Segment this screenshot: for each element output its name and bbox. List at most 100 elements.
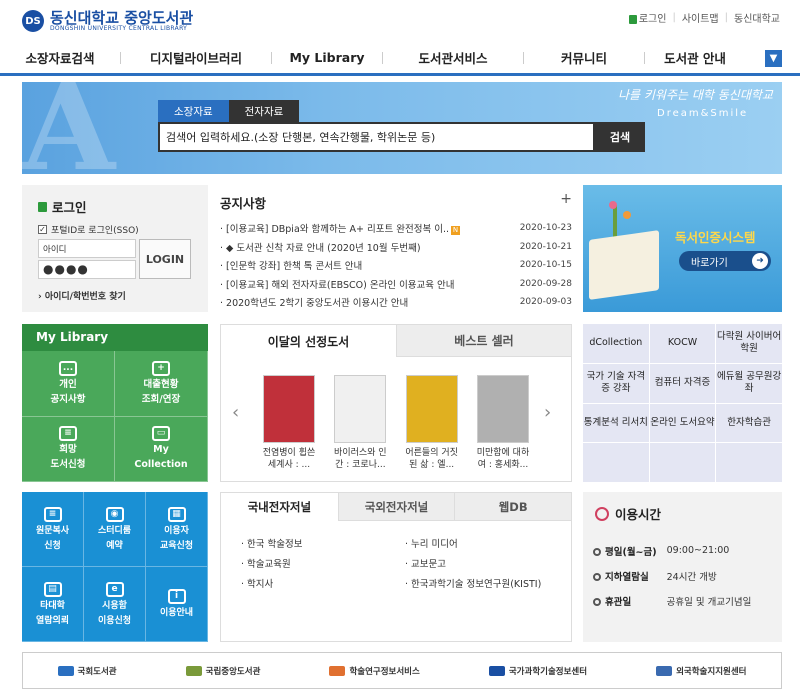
find-id-link[interactable]: › 아이디/학번번호 찾기 (38, 289, 126, 302)
notice-item-date: 2020-10-23 (519, 223, 572, 234)
ejournal-link-label: 한국과학기술 정보연구원(KISTI) (411, 579, 542, 590)
tab-foreign-ejournal[interactable]: 국외전자저널 (337, 493, 455, 521)
notice-item-date: 2020-09-03 (519, 297, 572, 308)
book-caption: 전염병이 휩쓴 세계사 : ... (261, 447, 317, 471)
database-link[interactable]: 한자학습관 (716, 403, 782, 443)
partner-link[interactable]: 국립중앙도서관 (185, 665, 260, 677)
my-library-item[interactable]: ≡ 희망 도서신청 (22, 416, 115, 482)
notice-item[interactable]: · [이용교육] DBpia와 함께하는 A+ 리포트 완전정복 이.. N 202… (220, 219, 572, 238)
database-link[interactable]: 온라인 도서요약 (649, 403, 716, 443)
partner-link[interactable]: 국회도서관 (57, 665, 117, 677)
tab-collection[interactable]: 소장자료 (158, 100, 229, 122)
login-button[interactable]: LOGIN (139, 239, 191, 279)
sso-checkbox[interactable]: ✓ 포털ID로 로그인(SSO) (38, 223, 139, 236)
id-input[interactable]: 아이디 (38, 239, 136, 258)
login-link[interactable]: 로그인 (628, 10, 666, 25)
password-input[interactable]: ●●●● (38, 260, 136, 279)
service-item[interactable]: e 시용함 이용신청 (84, 567, 146, 642)
nav-library-info[interactable]: 도서관 안내 (645, 48, 745, 67)
tab-webdb[interactable]: 웹DB (454, 493, 572, 521)
chevron-right-icon[interactable]: › (544, 402, 551, 423)
notice-item[interactable]: · [인문학 강좌] 한책 톡 콘서트 안내 2020-10-15 (220, 256, 572, 275)
book-item[interactable]: 바이러스와 인간 : 코로나... (332, 375, 388, 471)
hours-label: 평일(월~금) (593, 538, 667, 563)
library-logo[interactable]: DS 동신대학교 중앙도서관 DONGSHIN UNIVERSITY CENTR… (22, 8, 193, 34)
database-link[interactable]: 국가 기술 자격증 강좌 (583, 363, 649, 403)
notice-item[interactable]: · ◆ 도서관 신착 자료 안내 (2020년 10월 두번째) 2020-10-… (220, 238, 572, 257)
hours-title-text: 이용시간 (615, 507, 662, 522)
ejournal-link[interactable]: · 누리 미디어 (405, 535, 541, 555)
book-item[interactable]: 전염병이 휩쓴 세계사 : ... (261, 375, 317, 471)
nav-digital-library[interactable]: 디지털라이브러리 (121, 48, 271, 67)
my-library-item[interactable]: ▭ My Collection (115, 416, 208, 482)
main-nav: 소장자료검색 디지털라이브러리 My Library 도서관서비스 커뮤니티 도… (0, 42, 800, 76)
tab-electronic[interactable]: 전자자료 (228, 100, 300, 122)
service-icon: ▤ (43, 581, 62, 597)
ejournal-link[interactable]: · 한국과학기술 정보연구원(KISTI) (405, 575, 541, 595)
nav-library-services[interactable]: 도서관서비스 (383, 48, 523, 67)
book-item[interactable]: 어른들의 거짓 된 삶 : 엘... (404, 375, 460, 471)
tab-best-sellers[interactable]: 베스트 셀러 (396, 325, 571, 357)
menu-icon: ... (59, 360, 77, 376)
auth-go-button[interactable]: 바로가기 ➜ (679, 251, 771, 271)
ejournal-link[interactable]: · 교보문고 (405, 555, 541, 575)
partner-link[interactable]: 외국학술지지원센터 (656, 665, 746, 677)
search-button[interactable]: 검색 (595, 122, 645, 152)
hours-row: 평일(월~금) 09:00~21:00 (593, 538, 761, 563)
notice-item[interactable]: · 2020학년도 2학기 중앙도서관 이용시간 안내 2020-09-03 (220, 293, 572, 312)
my-library-item[interactable]: + 대출현황 조회/연장 (115, 351, 208, 417)
arrow-right-icon: ➜ (752, 253, 768, 269)
nav-collection-search[interactable]: 소장자료검색 (0, 48, 120, 67)
service-item[interactable]: ▤ 타대학 열람의뢰 (22, 567, 84, 642)
database-link[interactable]: 컴퓨터 자격증 (649, 363, 716, 403)
database-link[interactable]: dCollection (583, 324, 649, 363)
notice-item-text: 2020학년도 2학기 중앙도서관 이용시간 안내 (226, 298, 409, 310)
partner-link[interactable]: 국가과학기술정보센터 (488, 665, 587, 677)
notice-item-date: 2020-09-28 (519, 278, 572, 289)
service-item[interactable]: i 이용안내 (146, 567, 208, 642)
nav-my-library[interactable]: My Library (272, 50, 382, 65)
ejournal-link[interactable]: · 학술교육원 (241, 555, 303, 575)
my-library-panel: My Library ... 개인 공지사항 + 대출현황 조회/연장 ≡ 희망 도서신청 ▭ My… (22, 324, 208, 482)
notice-list: · [이용교육] DBpia와 함께하는 A+ 리포트 완전정복 이.. N 202… (220, 219, 572, 312)
search-input[interactable]: 검색어 입력하세요.(소장 단행본, 연속간행물, 학위논문 등) (158, 122, 595, 152)
service-item[interactable]: ≡ 원문복사 신청 (22, 492, 84, 567)
tab-domestic-ejournal[interactable]: 국내전자저널 (221, 493, 338, 521)
book-title-line1: 전염병이 휩쓴 (262, 448, 316, 458)
book-item[interactable]: 미만함에 대하 여 : 홍세화... (475, 375, 531, 471)
university-link[interactable]: 동신대학교 (734, 10, 780, 25)
tab-monthly-picks[interactable]: 이달의 선정도서 (221, 325, 396, 357)
service-label-line1: 이용안내 (159, 608, 194, 618)
database-link[interactable]: 에듀윌 공무원강좌 (716, 363, 782, 403)
page: DS 동신대학교 중앙도서관 DONGSHIN UNIVERSITY CENTR… (0, 0, 800, 699)
database-links: dCollection KOCW 다락원 사이버어학원국가 기술 자격증 강좌 컴퓨터… (583, 324, 782, 482)
my-library-title: My Library (22, 324, 208, 351)
service-item[interactable]: ▦ 이용자 교육신청 (146, 492, 208, 567)
ejournal-link[interactable]: · 학지사 (241, 575, 303, 595)
notice-item-title: · [인문학 강좌] 한책 톡 콘서트 안내 (220, 261, 363, 273)
service-item[interactable]: ◉ 스터디룸 예약 (84, 492, 146, 567)
notice-item[interactable]: · [이용교육] 해외 전자자료(EBSCO) 온라인 이용교육 안내 2020-… (220, 275, 572, 294)
notice-item-text: [이용교육] 해외 전자자료(EBSCO) 온라인 이용교육 안내 (226, 279, 455, 291)
database-link[interactable]: KOCW (649, 324, 716, 363)
hours-row: 지하열람실 24시간 개방 (593, 563, 761, 588)
chevron-left-icon[interactable]: ‹ (232, 402, 239, 423)
service-icon: ≡ (43, 506, 62, 522)
chevron-down-icon[interactable]: ▼ (765, 50, 782, 67)
sitemap-link[interactable]: 사이트맵 (682, 10, 719, 25)
login-panel: 로그인 ✓ 포털ID로 로그인(SSO) 아이디 ●●●● LOGIN › 아이디… (22, 185, 208, 312)
service-label-line2: 신청 (44, 540, 61, 551)
my-library-item[interactable]: ... 개인 공지사항 (22, 351, 115, 417)
database-link[interactable]: 통계분석 리서치 (583, 403, 649, 443)
nav-community[interactable]: 커뮤니티 (524, 48, 644, 67)
reading-certification-banner[interactable]: 독서인증시스템 바로가기 ➜ (583, 185, 782, 312)
plus-icon[interactable]: + (560, 191, 572, 207)
service-label-line1: 스터디룸 (97, 525, 132, 536)
partner-link[interactable]: 학술연구정보서비스 (329, 665, 420, 677)
database-link[interactable]: 다락원 사이버어학원 (716, 324, 782, 363)
ejournal-link[interactable]: · 한국 학술정보 (241, 535, 303, 555)
flower-graphic (609, 201, 617, 209)
ejournal-list-right: · 누리 미디어 · 교보문고 · 한국과학기술 정보연구원(KISTI) (405, 535, 541, 595)
ejournal-tabs: 국내전자저널 국외전자저널 웹DB (221, 493, 572, 521)
login-title-text: 로그인 (52, 200, 87, 215)
